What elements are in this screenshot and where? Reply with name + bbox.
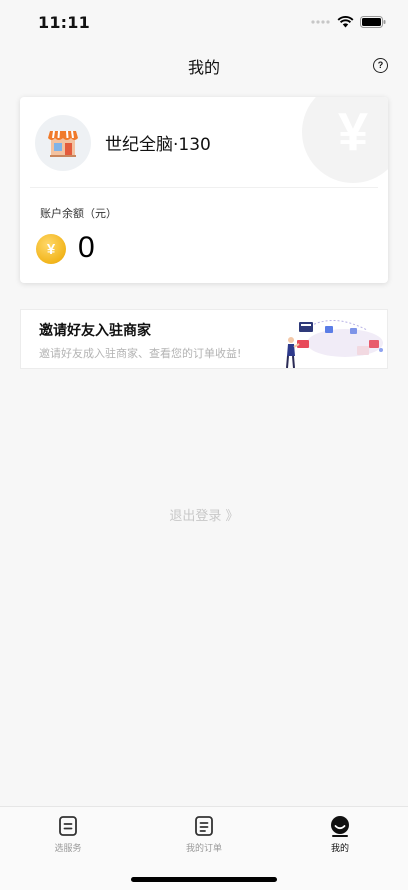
signal-dots-icon (311, 20, 330, 24)
tab-profile[interactable]: 我的 (272, 807, 408, 857)
invite-illustration (286, 319, 383, 368)
tab-select-service[interactable]: 选服务 (0, 807, 136, 857)
tab-label-my-orders: 我的订单 (185, 844, 222, 854)
account-card: ¥ 世纪全脑·130 账户余额（元） ¥ 0 (20, 97, 388, 283)
status-time: 11:11 (38, 12, 90, 32)
tab-label-profile: 我的 (330, 844, 349, 854)
orders-icon (195, 816, 213, 836)
status-bar: 11:11 (0, 0, 408, 44)
gold-coin-icon: ¥ (36, 234, 66, 264)
invite-title: 邀请好友入驻商家 (39, 323, 151, 339)
page-title: 我的 (187, 58, 220, 77)
balance-value: 0 (78, 231, 95, 264)
nav-bar: 我的 ? (0, 44, 408, 88)
service-list-icon (59, 816, 77, 836)
wifi-icon (337, 16, 354, 28)
logout-link[interactable]: 退出登录 》 (0, 505, 408, 524)
tab-my-orders[interactable]: 我的订单 (136, 807, 272, 857)
tab-label-select-service: 选服务 (54, 844, 82, 854)
shop-name: 世纪全脑·130 (105, 135, 211, 155)
invite-subtitle: 邀请好友成入驻商家、查看您的订单收益! (39, 347, 242, 360)
status-icons (311, 16, 386, 28)
question-circle-icon[interactable]: ? (373, 58, 388, 73)
home-indicator[interactable] (131, 877, 277, 882)
card-divider (30, 187, 378, 188)
yen-watermark-icon: ¥ (302, 97, 388, 183)
storefront-icon (48, 130, 78, 157)
profile-icon (331, 816, 349, 837)
battery-icon (360, 16, 386, 28)
balance-label: 账户余额（元） (40, 207, 117, 220)
invite-banner[interactable]: 邀请好友入驻商家 邀请好友成入驻商家、查看您的订单收益! (20, 309, 388, 369)
coin-glyph: ¥ (46, 240, 56, 258)
yen-watermark-glyph: ¥ (337, 102, 369, 162)
avatar[interactable] (35, 115, 91, 171)
